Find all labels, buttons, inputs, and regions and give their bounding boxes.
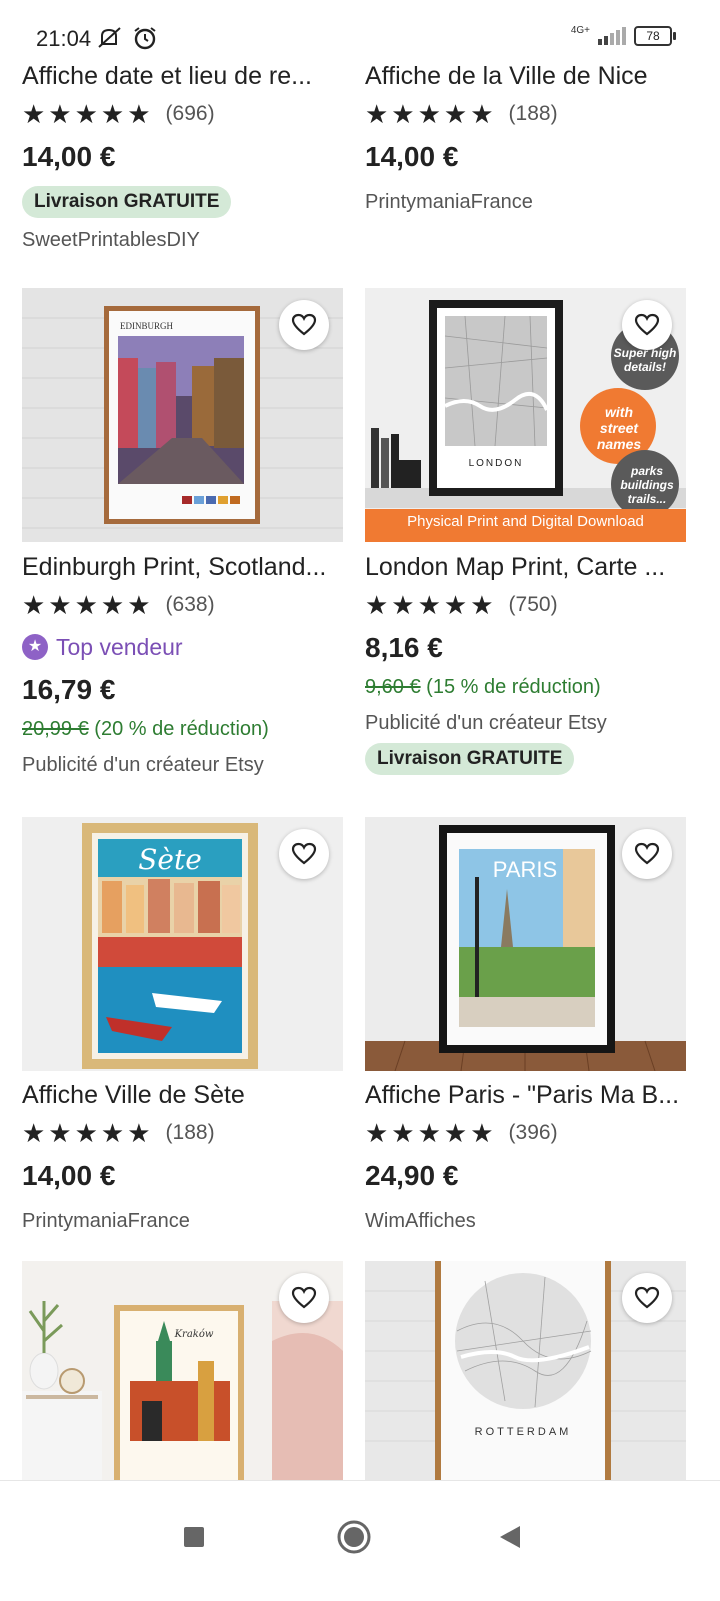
signal-icon [598,27,626,45]
product-card[interactable]: Edinburgh Print, Scotland... ★★★★★ (638) … [22,551,343,779]
badge-street-names: with street names [596,404,642,452]
rating: ★★★★★ (638) [22,589,343,621]
product-title[interactable]: Edinburgh Print, Scotland... [22,551,343,583]
product-image-krakow[interactable]: Kraków [22,1261,343,1480]
rating-count: (188) [508,102,558,125]
product-image-sete[interactable]: Sète [22,817,343,1071]
shop-name[interactable]: WimAffiches [365,1207,686,1235]
rating: ★★★★★ (696) [22,98,343,130]
stars-icon: ★★★★★ [365,589,497,620]
map-city-label: LONDON [469,458,524,469]
poster-title: PARIS [493,857,557,882]
shop-name[interactable]: PrintymaniaFrance [365,188,686,216]
stars-icon: ★★★★★ [365,1117,497,1148]
product-title[interactable]: London Map Print, Carte ... [365,551,686,583]
square-icon [184,1527,204,1547]
favorite-button[interactable] [279,1273,329,1323]
shop-name[interactable]: SweetPrintablesDIY [22,226,343,254]
home-circle-icon [337,1520,371,1554]
heart-icon [634,1286,660,1309]
price: 24,90 € [365,1160,459,1191]
mute-icon [98,27,121,48]
stars-icon: ★★★★★ [22,1117,154,1148]
recent-apps-button[interactable] [164,1507,224,1567]
product-title[interactable]: Affiche date et lieu de re... [22,60,343,92]
top-seller-badge: ★ Top vendeur [22,631,343,663]
badge-parks: parks buildings trails... [620,464,674,506]
network-type: 4G+ [570,25,590,36]
product-card[interactable]: Affiche Ville de Sète ★★★★★ (188) 14,00 €… [22,1079,343,1235]
favorite-button[interactable] [279,300,329,350]
product-image-rotterdam[interactable]: ROTTERDAM [365,1261,686,1480]
product-title[interactable]: Affiche Paris - "Paris Ma B... [365,1079,686,1111]
discount: 20,99 € (20 % de réduction) [22,718,269,740]
product-card[interactable]: Affiche date et lieu de re... ★★★★★ (696)… [22,60,343,254]
heart-icon [291,1286,317,1309]
product-card[interactable]: Affiche Paris - "Paris Ma B... ★★★★★ (396… [365,1079,686,1235]
rating-count: (396) [508,1121,558,1144]
status-bar: 21:04 4G+ 78 [0,0,720,58]
rating: ★★★★★ (750) [365,589,686,621]
map-city-label: ROTTERDAM [475,1426,572,1438]
product-card[interactable]: London Map Print, Carte ... ★★★★★ (750) 8… [365,551,686,775]
heart-icon [291,842,317,865]
heart-icon [291,313,317,336]
product-title[interactable]: Affiche de la Ville de Nice [365,60,686,92]
rating: ★★★★★ (188) [22,1117,343,1149]
ad-label: Publicité d'un créateur Etsy [22,754,264,776]
poster-title: Kraków [174,1329,214,1340]
ad-label: Publicité d'un créateur Etsy [365,712,607,734]
product-image-edinburgh[interactable]: EDINBURGH [22,288,343,542]
star-badge-icon: ★ [22,634,48,660]
rating-count: (696) [165,102,215,125]
discount: 9,60 € (15 % de réduction) [365,676,601,698]
battery-icon: 78 [634,26,676,46]
favorite-button[interactable] [622,1273,672,1323]
favorite-button[interactable] [622,829,672,879]
product-image-london[interactable]: LONDON Super high details! with street n… [365,288,686,542]
favorite-button[interactable] [622,300,672,350]
alarm-icon [134,27,156,50]
poster-title: EDINBURGH [120,321,173,331]
rating-count: (638) [165,593,215,616]
free-shipping-badge: Livraison GRATUITE [22,186,232,218]
shop-name[interactable]: PrintymaniaFrance [22,1207,343,1235]
rating: ★★★★★ (396) [365,1117,686,1149]
heart-icon [634,313,660,336]
rating-count: (750) [508,593,558,616]
back-button[interactable] [480,1507,540,1567]
heart-icon [634,842,660,865]
price: 14,00 € [365,141,459,172]
rating-count: (188) [165,1121,215,1144]
price: 8,16 € [365,632,443,663]
free-shipping-badge: Livraison GRATUITE [365,743,575,775]
poster-title: Sète [138,843,202,876]
product-card[interactable]: Affiche de la Ville de Nice ★★★★★ (188) 1… [365,60,686,216]
badge-super-high-details: Super high details! [613,346,677,374]
price: 14,00 € [22,1160,116,1191]
stars-icon: ★★★★★ [22,589,154,620]
stars-icon: ★★★★★ [22,98,154,129]
back-triangle-icon [500,1526,520,1548]
image-banner: Physical Print and Digital Download [407,513,644,530]
product-image-paris[interactable]: PARIS [365,817,686,1071]
product-title[interactable]: Affiche Ville de Sète [22,1079,343,1111]
status-time: 21:04 [36,26,92,51]
stars-icon: ★★★★★ [365,98,497,129]
price: 14,00 € [22,141,116,172]
home-button[interactable] [324,1507,384,1567]
price: 16,79 € [22,674,116,705]
rating: ★★★★★ (188) [365,98,686,130]
favorite-button[interactable] [279,829,329,879]
system-navigation-bar [0,1480,720,1601]
